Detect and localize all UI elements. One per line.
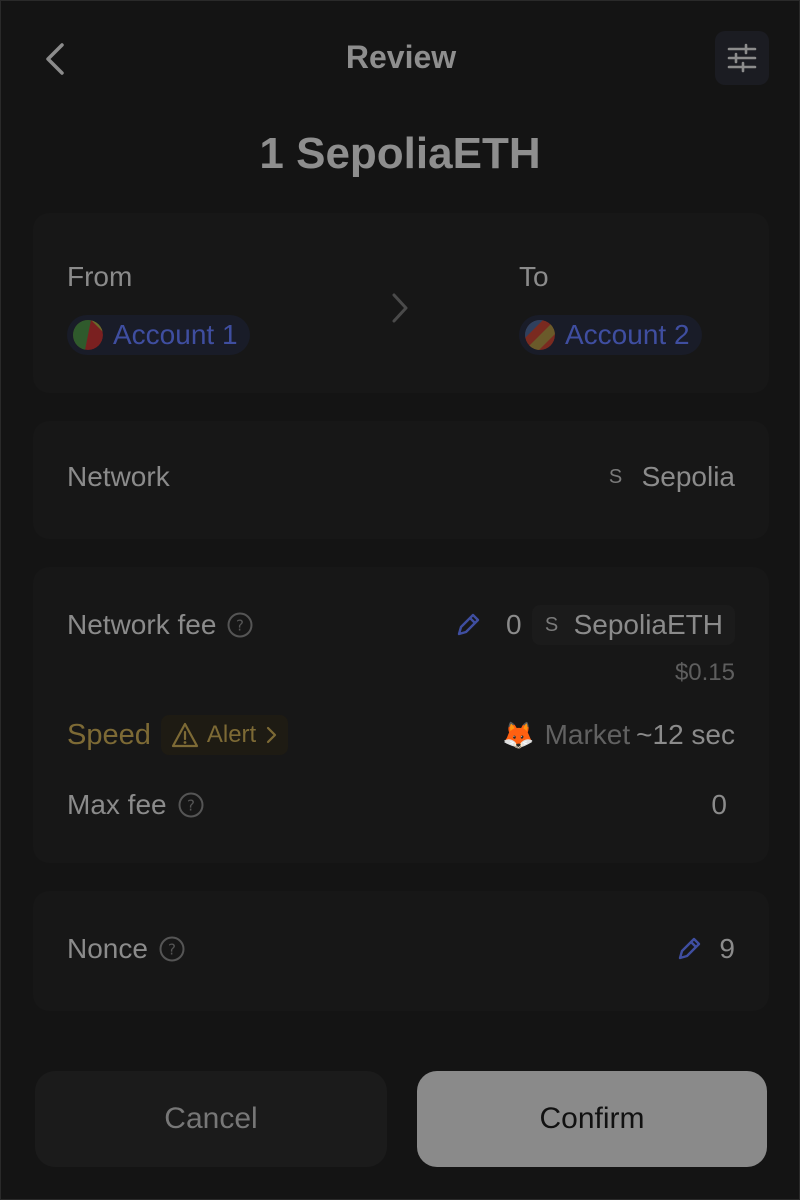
from-section: From Account 1: [67, 261, 250, 355]
nonce-row: Nonce ? 9: [67, 933, 735, 965]
sliders-icon: [727, 43, 757, 73]
chevron-right-icon: [267, 726, 277, 744]
max-fee-label: Max fee: [67, 789, 167, 820]
network-fee-label: Network fee: [67, 609, 217, 640]
speed-market-label: Market: [544, 719, 631, 750]
network-value: Sepolia: [641, 461, 735, 492]
fee-token-name: SepoliaETH: [573, 609, 723, 640]
sepolia-token-icon: S: [544, 613, 559, 636]
max-fee-value: 0: [711, 789, 727, 820]
nonce-card: Nonce ? 9: [33, 891, 769, 1011]
account-avatar-icon: [525, 320, 555, 350]
network-row: Network S Sepolia: [67, 461, 735, 493]
speed-selector[interactable]: 🦊 Market ~12 sec: [502, 719, 735, 751]
alert-label: Alert: [206, 721, 257, 748]
question-circle-icon[interactable]: ?: [158, 935, 186, 963]
to-account-pill[interactable]: Account 2: [519, 315, 702, 355]
speed-row: Speed Alert 🦊 Market ~12 sec: [67, 715, 735, 755]
edit-fee-pencil-icon[interactable]: [454, 611, 482, 639]
network-fee-amount: 0: [506, 609, 522, 640]
question-circle-icon[interactable]: ?: [177, 791, 205, 819]
settings-button[interactable]: [715, 31, 769, 85]
page-title: Review: [345, 39, 457, 75]
cancel-button[interactable]: Cancel: [35, 1071, 387, 1167]
to-account-name: Account 2: [565, 319, 690, 350]
header: Review: [1, 1, 800, 111]
svg-text:?: ?: [168, 941, 176, 959]
svg-text:?: ?: [187, 797, 195, 815]
from-to-card: From Account 1 To Account 2: [33, 213, 769, 393]
arrow-right-icon: [389, 291, 411, 330]
fox-icon: 🦊: [502, 719, 535, 750]
from-label: From: [67, 261, 133, 292]
warning-triangle-icon: [171, 722, 198, 748]
transfer-amount: 1 SepoliaETH: [259, 129, 541, 178]
fee-token-pill: S SepoliaETH: [531, 605, 735, 645]
svg-text:?: ?: [236, 617, 244, 635]
confirm-button[interactable]: Confirm: [417, 1071, 767, 1167]
to-section: To Account 2: [519, 261, 702, 355]
review-screen: Review 1 SepoliaETH From Account 1 To Ac…: [0, 0, 800, 1200]
edit-nonce-pencil-icon[interactable]: [675, 935, 703, 963]
from-account-pill[interactable]: Account 1: [67, 315, 250, 355]
sepolia-network-icon: S: [608, 465, 623, 488]
account-avatar-icon: [73, 320, 103, 350]
nonce-label: Nonce: [67, 933, 148, 964]
from-account-name: Account 1: [113, 319, 238, 350]
to-label: To: [519, 261, 549, 292]
max-fee-row: Max fee ? 0: [67, 789, 735, 821]
network-fee-row: Network fee ? 0 S SepoliaETH: [67, 605, 735, 645]
network-card: Network S Sepolia: [33, 421, 769, 539]
fee-card: Network fee ? 0 S SepoliaETH $0.15 Speed…: [33, 567, 769, 863]
speed-alert-button[interactable]: Alert: [160, 715, 289, 755]
fee-fiat-value: $0.15: [674, 659, 735, 686]
speed-label: Speed: [67, 718, 151, 751]
nonce-value: 9: [719, 933, 735, 964]
question-circle-icon[interactable]: ?: [226, 611, 254, 639]
speed-time: ~12 sec: [636, 719, 735, 750]
network-label: Network: [67, 461, 170, 492]
